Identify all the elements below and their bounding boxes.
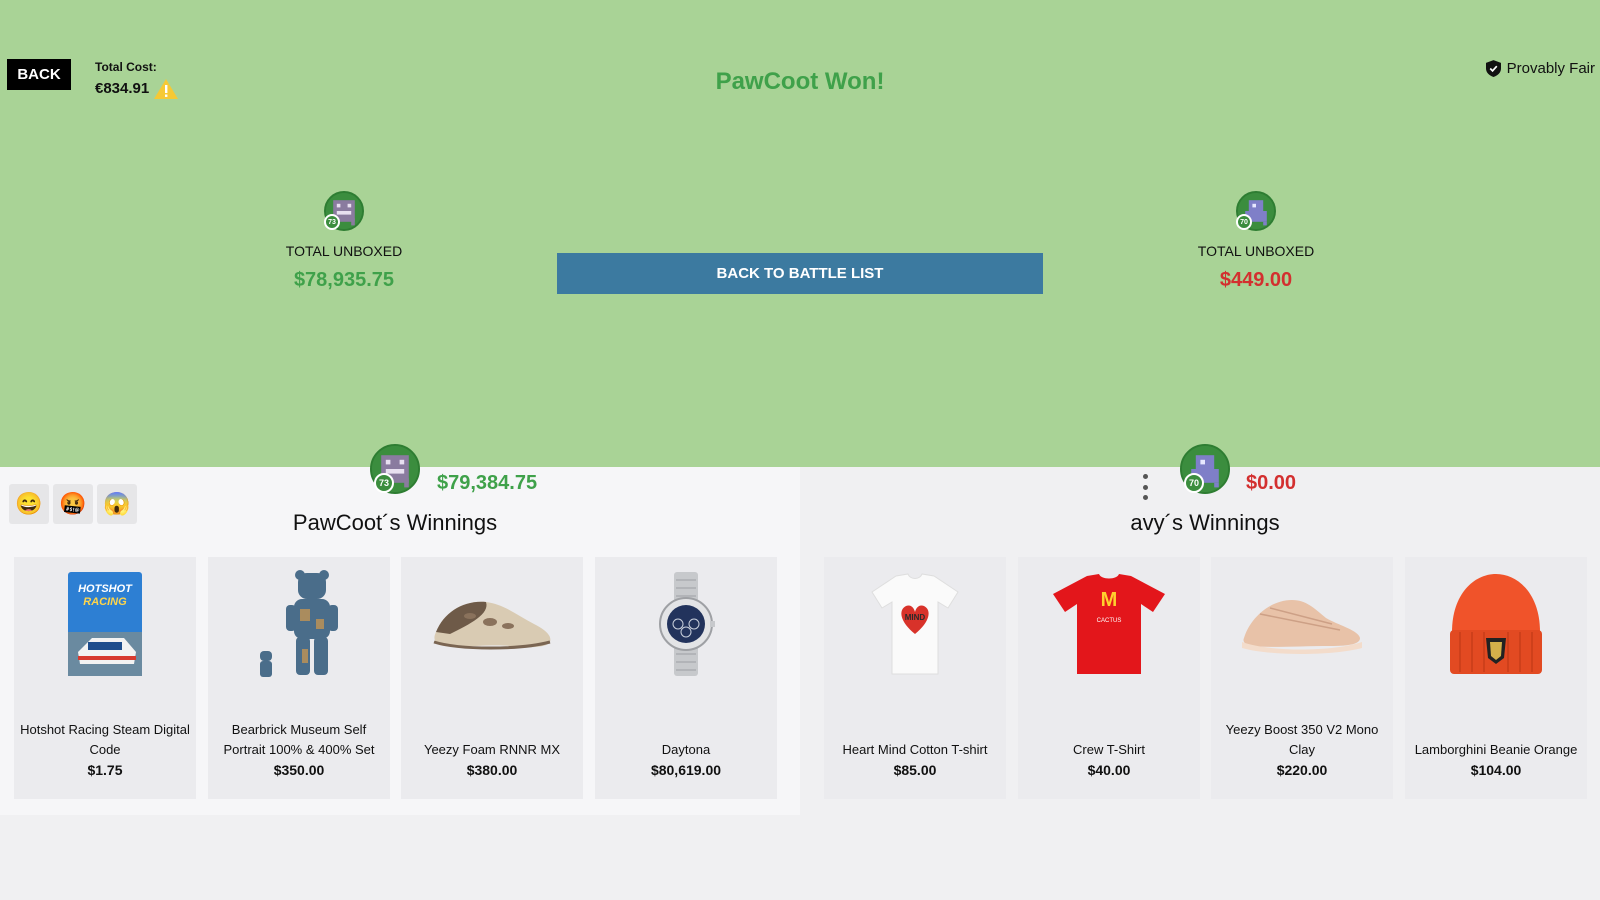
warning-icon[interactable]: [153, 78, 179, 100]
player-level-badge: 70: [1236, 214, 1252, 230]
provably-fair-link[interactable]: Provably Fair: [1485, 60, 1595, 77]
player-level-badge: 73: [324, 214, 340, 230]
provably-fair-label: Provably Fair: [1506, 60, 1595, 77]
svg-text:CACTUS: CACTUS: [1097, 618, 1122, 624]
white-tshirt-icon: MIND: [840, 569, 990, 679]
item-card[interactable]: Lamborghini Beanie Orange $104.00: [1405, 557, 1587, 799]
svg-text:M: M: [1101, 589, 1118, 611]
item-card[interactable]: MIND Heart Mind Cotton T-shirt $85.00: [824, 557, 1006, 799]
svg-text:RACING: RACING: [83, 596, 127, 608]
item-card[interactable]: Daytona $80,619.00: [595, 557, 777, 799]
winnings-amount: $79,384.75: [437, 472, 538, 494]
player-level-badge: 73: [374, 473, 394, 493]
item-name: Yeezy Boost 350 V2 Mono Clay: [1225, 722, 1379, 757]
grin-emoji[interactable]: 😄: [9, 484, 49, 524]
item-card[interactable]: Yeezy Foam RNNR MX $380.00: [401, 557, 583, 799]
item-name: Heart Mind Cotton T-shirt: [842, 742, 988, 757]
item-name: Daytona: [661, 742, 711, 757]
item-price: $80,619.00: [650, 762, 722, 778]
item-name: Hotshot Racing Steam Digital Code: [20, 722, 190, 757]
bearbrick-figure-icon: [224, 569, 374, 679]
total-unboxed-label: TOTAL UNBOXED: [1197, 243, 1315, 259]
winnings-title: PawCoot´s Winnings: [292, 510, 498, 535]
back-button[interactable]: BACK: [7, 59, 71, 90]
total-unboxed-label: TOTAL UNBOXED: [285, 243, 403, 259]
winnings-amount: $0.00: [1246, 472, 1297, 494]
rolex-watch-icon: [611, 569, 761, 679]
item-name: Lamborghini Beanie Orange: [1414, 742, 1578, 757]
scream-emoji[interactable]: 😱: [97, 484, 137, 524]
total-unboxed-value: $78,935.75: [293, 269, 395, 291]
back-to-battle-list-button[interactable]: BACK TO BATTLE LIST: [557, 253, 1043, 294]
item-card[interactable]: Yeezy Boost 350 V2 Mono Clay $220.00: [1211, 557, 1393, 799]
foam-runner-shoe-icon: [417, 569, 567, 679]
winnings-title: avy´s Winnings: [1130, 510, 1280, 535]
item-price: $104.00: [1470, 762, 1522, 778]
orange-beanie-icon: [1421, 569, 1571, 679]
svg-text:HOTSHOT: HOTSHOT: [78, 583, 133, 595]
item-price: $350.00: [273, 762, 325, 778]
item-card[interactable]: M CACTUS Crew T-Shirt $40.00: [1018, 557, 1200, 799]
total-unboxed-value: $449.00: [1219, 269, 1293, 291]
shield-check-icon: [1485, 60, 1501, 77]
red-tshirt-icon: M CACTUS: [1034, 569, 1184, 679]
winner-announcement: PawCoot Won!: [715, 68, 885, 95]
total-cost-label: Total Cost:: [95, 60, 157, 74]
item-name: Bearbrick Museum Self Portrait 100% & 40…: [223, 722, 375, 757]
item-card[interactable]: Bearbrick Museum Self Portrait 100% & 40…: [208, 557, 390, 799]
angry-emoji[interactable]: 🤬: [53, 484, 93, 524]
total-cost-value: €834.91: [95, 80, 150, 97]
hotshot-racing-cover-icon: HOTSHOT RACING: [30, 569, 180, 679]
item-price: $380.00: [466, 762, 518, 778]
player-level-badge: 70: [1184, 473, 1204, 493]
svg-text:MIND: MIND: [905, 613, 926, 622]
item-price: $40.00: [1087, 762, 1131, 778]
item-name: Crew T-Shirt: [1073, 742, 1145, 757]
item-name: Yeezy Foam RNNR MX: [423, 742, 561, 757]
item-price: $1.75: [87, 762, 123, 778]
item-card[interactable]: HOTSHOT RACING Hotshot Racing Steam Digit…: [14, 557, 196, 799]
item-price: $85.00: [893, 762, 937, 778]
yeezy-boost-shoe-icon: [1227, 569, 1377, 679]
item-price: $220.00: [1276, 762, 1328, 778]
more-options-icon[interactable]: [1140, 474, 1150, 500]
